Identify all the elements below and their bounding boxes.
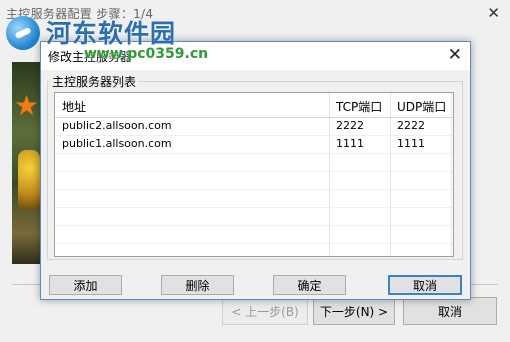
empty-row	[55, 190, 453, 208]
empty-row	[55, 154, 453, 172]
column-header-tcp-port[interactable]: TCP端口	[336, 98, 382, 115]
ok-button[interactable]: 确定	[273, 275, 346, 295]
wizard-side-image: ★	[12, 62, 42, 264]
table-row[interactable]: public1.allsoon.com 1111 1111	[55, 136, 453, 154]
wizard-cancel-button[interactable]: 取消	[403, 297, 497, 325]
add-button[interactable]: 添加	[49, 275, 122, 295]
prev-button[interactable]: < 上一步(B)	[222, 297, 308, 325]
cell-udp-port: 2222	[397, 119, 425, 132]
star-icon: ★	[14, 89, 40, 122]
server-table[interactable]: 地址 TCP端口 UDP端口 public2.allsoon.com 2222 …	[54, 92, 454, 257]
table-header: 地址 TCP端口 UDP端口	[55, 93, 453, 118]
watermark-logo-icon	[6, 16, 40, 50]
edit-server-dialog: 修改主控服务器 ✕ 主控服务器列表 地址 TCP端口 UDP端口 public2…	[40, 41, 471, 300]
empty-row	[55, 226, 453, 244]
group-label: 主控服务器列表	[50, 73, 139, 90]
cell-address: public1.allsoon.com	[62, 137, 172, 150]
column-header-udp-port[interactable]: UDP端口	[397, 98, 446, 115]
next-button[interactable]: 下一步(N) >	[313, 297, 395, 325]
cell-udp-port: 1111	[397, 137, 425, 150]
wizard-close-icon[interactable]: ✕	[487, 4, 500, 22]
watermark-title: 河东软件园	[46, 19, 177, 48]
cell-address: public2.allsoon.com	[62, 119, 172, 132]
figure-graphic	[18, 150, 40, 210]
delete-button[interactable]: 删除	[161, 275, 234, 295]
column-header-address[interactable]: 地址	[62, 98, 86, 115]
watermark-url: www.pc0359.cn	[84, 46, 209, 62]
table-row[interactable]: public2.allsoon.com 2222 2222	[55, 118, 453, 136]
cell-tcp-port: 1111	[336, 137, 364, 150]
cell-tcp-port: 2222	[336, 119, 364, 132]
empty-row	[55, 208, 453, 226]
dialog-close-icon[interactable]: ✕	[448, 45, 462, 65]
dialog-cancel-button[interactable]: 取消	[388, 275, 462, 295]
empty-row	[55, 172, 453, 190]
